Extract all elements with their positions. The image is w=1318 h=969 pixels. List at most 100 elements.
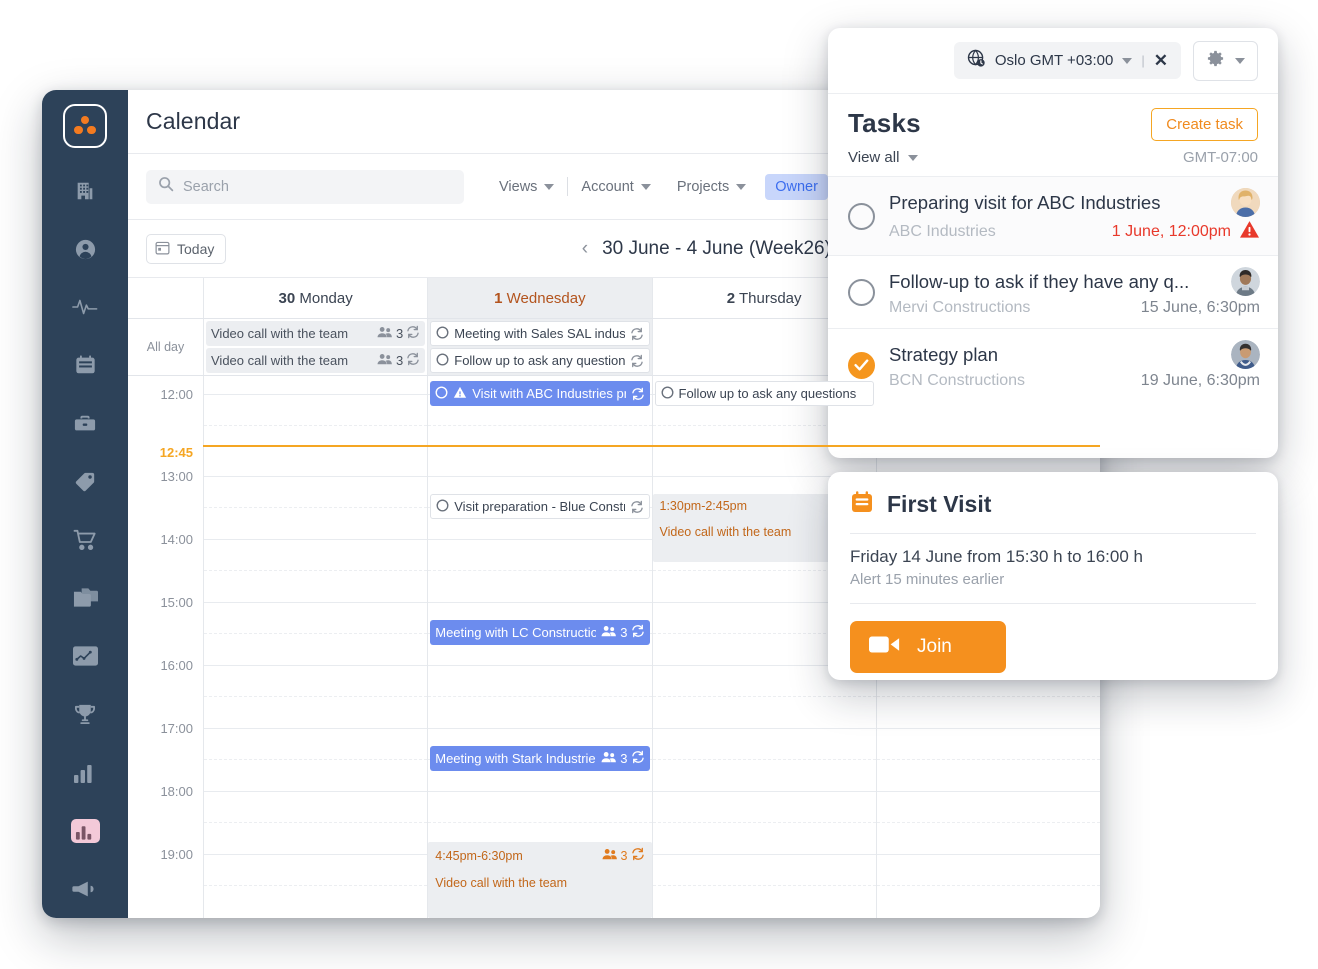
video-camera-icon — [869, 634, 901, 661]
tasks-panel-topbar: Oslo GMT +03:00 | ✕ — [828, 28, 1278, 94]
first-visit-header: First Visit — [850, 490, 1256, 533]
event-allday-video-call-2[interactable]: Video call with the team 3 — [206, 348, 426, 373]
hour-label-1200: 12:00 — [160, 387, 193, 402]
sidebar-item-companies[interactable] — [42, 162, 128, 220]
all-day-cell-monday[interactable]: Video call with the team 3 Video call wi… — [203, 319, 427, 375]
event-block-video-call-wednesday[interactable]: 4:45pm-6:30pm 3 Video call with the team — [428, 842, 652, 918]
event-meta: 3 — [601, 624, 644, 641]
settings-button[interactable] — [1193, 40, 1258, 81]
recurring-icon — [406, 352, 420, 369]
event-meeting-lc-constructions[interactable]: Meeting with LC Constructions 3 — [430, 620, 650, 645]
today-button-label: Today — [177, 240, 215, 257]
all-day-label: All day — [146, 340, 185, 354]
event-follow-up-thursday[interactable]: Follow up to ask any questions — [654, 381, 874, 406]
event-meta: 3 — [602, 847, 645, 864]
building-icon — [74, 180, 96, 202]
prev-week-button[interactable]: ‹ — [582, 238, 588, 260]
chart-card-icon — [72, 646, 98, 666]
menu-projects[interactable]: Projects — [664, 175, 759, 199]
close-icon[interactable]: ✕ — [1154, 52, 1168, 69]
create-task-button[interactable]: Create task — [1151, 108, 1258, 141]
day-header-wednesday[interactable]: 1 Wednesday — [427, 278, 652, 318]
menu-views[interactable]: Views — [486, 175, 567, 199]
task-circle-icon[interactable] — [436, 499, 449, 515]
task-row[interactable]: Follow-up to ask if they have any q... M… — [828, 255, 1278, 328]
sidebar-item-contacts[interactable] — [42, 220, 128, 278]
task-list: Preparing visit for ABC Industries ABC I… — [828, 176, 1278, 458]
view-all-dropdown[interactable]: View all — [848, 149, 919, 166]
event-visit-abc-industries[interactable]: Visit with ABC Industries preparation — [430, 381, 650, 406]
task-row[interactable]: Preparing visit for ABC Industries ABC I… — [828, 176, 1278, 255]
task-date: 1 June, 12:00pm — [1112, 220, 1260, 244]
task-company: ABC Industries — [889, 223, 996, 240]
event-time-range: 4:45pm-6:30pm — [435, 848, 523, 863]
timezone-label: Oslo GMT +03:00 — [994, 52, 1114, 69]
divider: | — [1141, 53, 1145, 68]
chip-owner[interactable]: Owner — [765, 173, 828, 200]
task-circle-icon[interactable] — [436, 353, 449, 369]
sidebar-item-activity[interactable] — [42, 278, 128, 336]
task-circle-icon[interactable] — [436, 326, 449, 342]
recurring-icon — [631, 750, 645, 767]
all-day-cell-wednesday[interactable]: Meeting with Sales SAL industries Follow… — [427, 319, 652, 375]
join-button[interactable]: Join — [850, 621, 1006, 673]
chevron-down-icon[interactable] — [1122, 57, 1133, 64]
search-input[interactable]: Search — [146, 169, 464, 204]
sidebar-item-orders[interactable] — [42, 511, 128, 569]
hour-label-1600: 16:00 — [160, 658, 193, 673]
sidebar-item-reports[interactable] — [42, 744, 128, 802]
recurring-icon — [630, 327, 644, 341]
task-company: Mervi Constructions — [889, 299, 1031, 316]
sidebar-item-campaigns[interactable] — [42, 860, 128, 918]
task-checkbox[interactable] — [848, 202, 875, 230]
attendees-icon — [601, 751, 617, 766]
event-allday-meeting-sales-sal[interactable]: Meeting with Sales SAL industries — [430, 321, 650, 346]
sidebar-item-goals[interactable] — [42, 685, 128, 743]
event-meeting-stark-industries[interactable]: Meeting with Stark Industries 3 — [430, 746, 650, 771]
event-meta: 3 — [377, 352, 420, 369]
chevron-down-icon — [908, 154, 919, 161]
chevron-down-icon[interactable] — [1235, 57, 1245, 64]
timezone-selector[interactable]: Oslo GMT +03:00 | ✕ — [953, 42, 1181, 79]
recurring-icon — [630, 354, 644, 368]
sidebar-item-deals[interactable] — [42, 394, 128, 452]
app-logo[interactable] — [63, 104, 107, 148]
task-checkbox[interactable] — [848, 278, 875, 306]
recurring-icon — [631, 387, 645, 401]
gmt-label: GMT-07:00 — [1182, 149, 1258, 166]
event-visit-prep-blue-constructions[interactable]: Visit preparation - Blue Constructions — [430, 494, 650, 519]
event-allday-video-call-1[interactable]: Video call with the team 3 — [206, 321, 426, 346]
event-allday-follow-up-questions[interactable]: Follow up to ask any questions — [430, 348, 650, 373]
task-name: Preparing visit for ABC Industries — [889, 191, 1161, 213]
attendee-count: 3 — [396, 326, 404, 341]
calendar-icon — [850, 490, 874, 519]
alert-warning-icon — [1239, 220, 1260, 244]
menu-account[interactable]: Account — [568, 175, 663, 199]
sidebar-item-analytics[interactable] — [42, 802, 128, 860]
three-dots-logo-icon — [74, 115, 96, 136]
event-title: Visit preparation - Blue Constructions — [454, 499, 625, 514]
attendees-icon — [601, 625, 617, 640]
first-visit-title: First Visit — [887, 491, 992, 517]
first-visit-details: Friday 14 June from 15:30 h to 16:00 h A… — [850, 534, 1256, 603]
recurring-icon — [406, 325, 420, 342]
day-column-monday[interactable] — [203, 376, 428, 918]
event-meta: 3 — [601, 750, 644, 767]
bar-chart-highlight-icon — [70, 818, 100, 843]
task-circle-icon[interactable] — [435, 386, 448, 402]
recurring-icon — [631, 624, 645, 641]
sidebar-item-insights[interactable] — [42, 627, 128, 685]
day-column-wednesday[interactable]: Visit with ABC Industries preparation — [427, 376, 652, 918]
task-circle-icon[interactable] — [661, 386, 674, 402]
task-checkbox[interactable] — [848, 351, 875, 379]
screen: Calendar Search Views Account Projects O… — [0, 0, 1318, 969]
hour-label-1300: 13:00 — [160, 469, 193, 484]
sidebar-item-documents[interactable] — [42, 569, 128, 627]
sidebar-item-tags[interactable] — [42, 453, 128, 511]
today-button[interactable]: Today — [146, 233, 227, 264]
week-label: 30 June - 4 June (Week26) — [602, 237, 831, 259]
day-header-monday[interactable]: 30 Monday — [203, 278, 427, 318]
task-row[interactable]: Strategy plan BCN Constructions 19 June,… — [828, 328, 1278, 401]
sidebar-item-calendar[interactable] — [42, 336, 128, 394]
time-column-header — [128, 278, 203, 318]
